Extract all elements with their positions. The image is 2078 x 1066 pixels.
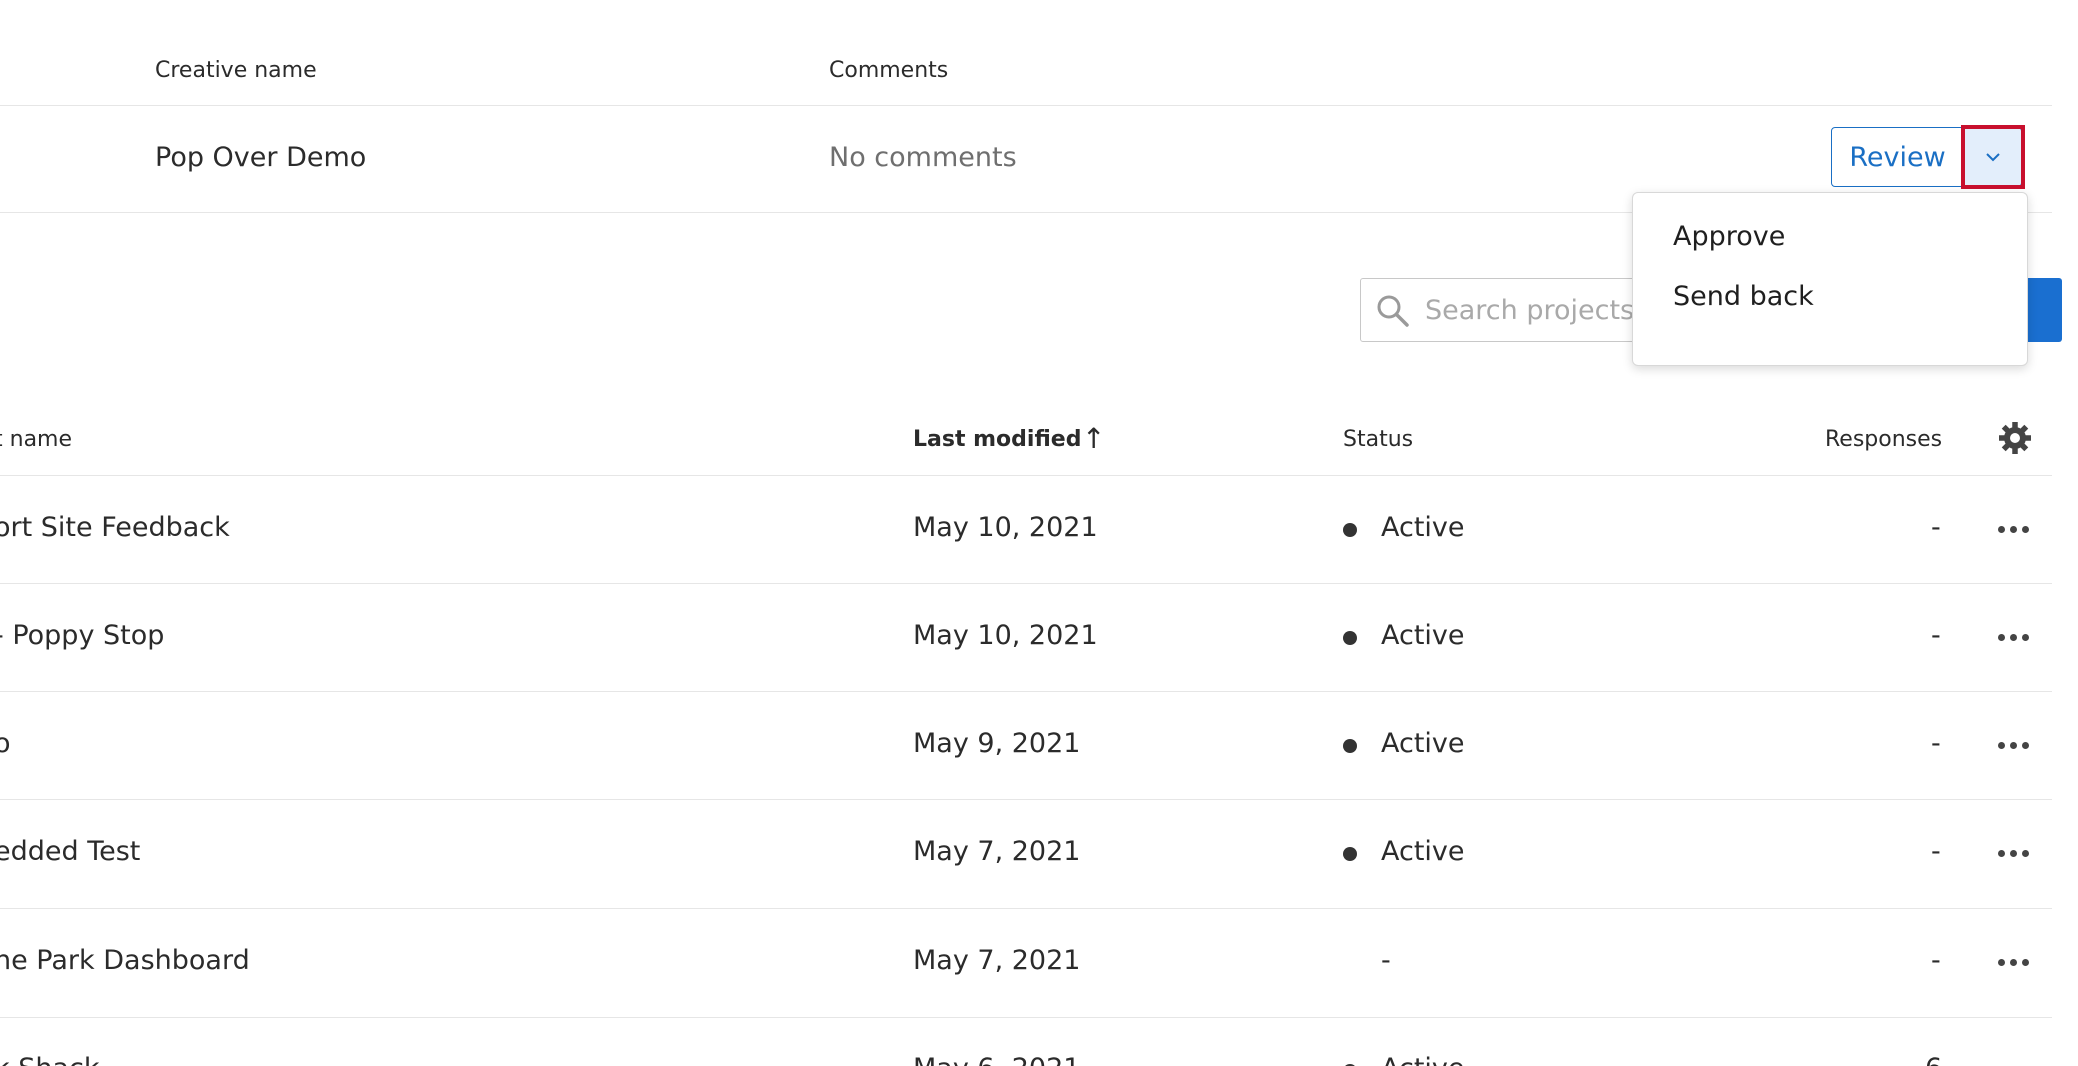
- status-dot-icon: [1343, 631, 1357, 645]
- column-header-responses[interactable]: Responses: [1825, 427, 1942, 452]
- divider: [0, 475, 2052, 476]
- project-name-cell[interactable]: edded Test: [0, 836, 140, 867]
- review-dropdown-menu: Approve Send back: [1632, 192, 2028, 366]
- more-horizontal-icon[interactable]: [1998, 850, 2029, 857]
- last-modified-cell: May 7, 2021: [913, 945, 1081, 976]
- highlight-annotation: [1961, 125, 2025, 189]
- last-modified-cell: May 7, 2021: [913, 836, 1081, 867]
- more-horizontal-icon[interactable]: [1998, 634, 2029, 641]
- divider: [0, 908, 2052, 909]
- column-header-last-modified[interactable]: Last modified: [913, 427, 1081, 452]
- search-icon: [1377, 295, 1409, 327]
- last-modified-cell: May 10, 2021: [913, 620, 1098, 651]
- project-name-cell[interactable]: ort Site Feedback: [0, 512, 230, 543]
- status-cell: Active: [1381, 620, 1465, 651]
- status-cell: Active: [1381, 836, 1465, 867]
- divider: [0, 799, 2052, 800]
- status-cell: -: [1381, 945, 1391, 976]
- more-horizontal-icon[interactable]: [1998, 959, 2029, 966]
- divider: [0, 105, 2052, 106]
- sort-ascending-icon[interactable]: ↑: [1082, 422, 1105, 455]
- column-header-project-name[interactable]: t name: [0, 427, 72, 452]
- search-input[interactable]: [1425, 291, 1645, 329]
- project-name-cell[interactable]: ne Park Dashboard: [0, 945, 250, 976]
- column-header-status[interactable]: Status: [1343, 427, 1413, 452]
- responses-cell: -: [1931, 620, 1941, 651]
- gear-icon[interactable]: [1997, 420, 2033, 456]
- more-horizontal-icon[interactable]: [1998, 742, 2029, 749]
- more-horizontal-icon[interactable]: [1998, 526, 2029, 533]
- page: Creative name Comments Pop Over Demo No …: [0, 0, 2078, 1066]
- project-name-cell[interactable]: - Poppy Stop: [0, 620, 164, 651]
- project-name-cell[interactable]: o: [0, 728, 11, 759]
- last-modified-cell: May 6, 2021: [913, 1053, 1080, 1066]
- review-button[interactable]: Review: [1831, 127, 1964, 187]
- search-box[interactable]: [1360, 278, 1660, 342]
- responses-cell: -: [1931, 836, 1941, 867]
- divider: [0, 583, 2052, 584]
- responses-cell: -: [1931, 728, 1941, 759]
- status-cell: Active: [1381, 512, 1465, 543]
- comments-cell: No comments: [829, 142, 1017, 173]
- project-name-cell[interactable]: k Shack: [0, 1053, 100, 1066]
- divider: [0, 691, 2052, 692]
- status-dot-icon: [1343, 739, 1357, 753]
- column-header-creative-name: Creative name: [155, 58, 317, 83]
- menu-item-send-back[interactable]: Send back: [1673, 281, 1814, 312]
- creative-name-cell: Pop Over Demo: [155, 142, 367, 173]
- menu-item-approve[interactable]: Approve: [1673, 221, 1785, 252]
- status-cell: Active: [1381, 1053, 1465, 1066]
- responses-cell: -: [1931, 512, 1941, 543]
- divider: [0, 1017, 2052, 1018]
- status-dot-icon: [1343, 847, 1357, 861]
- responses-cell: -: [1931, 945, 1941, 976]
- responses-cell: 6: [1925, 1053, 1942, 1066]
- status-cell: Active: [1381, 728, 1465, 759]
- last-modified-cell: May 10, 2021: [913, 512, 1098, 543]
- last-modified-cell: May 9, 2021: [913, 728, 1081, 759]
- status-dot-icon: [1343, 523, 1357, 537]
- column-header-comments: Comments: [829, 58, 949, 83]
